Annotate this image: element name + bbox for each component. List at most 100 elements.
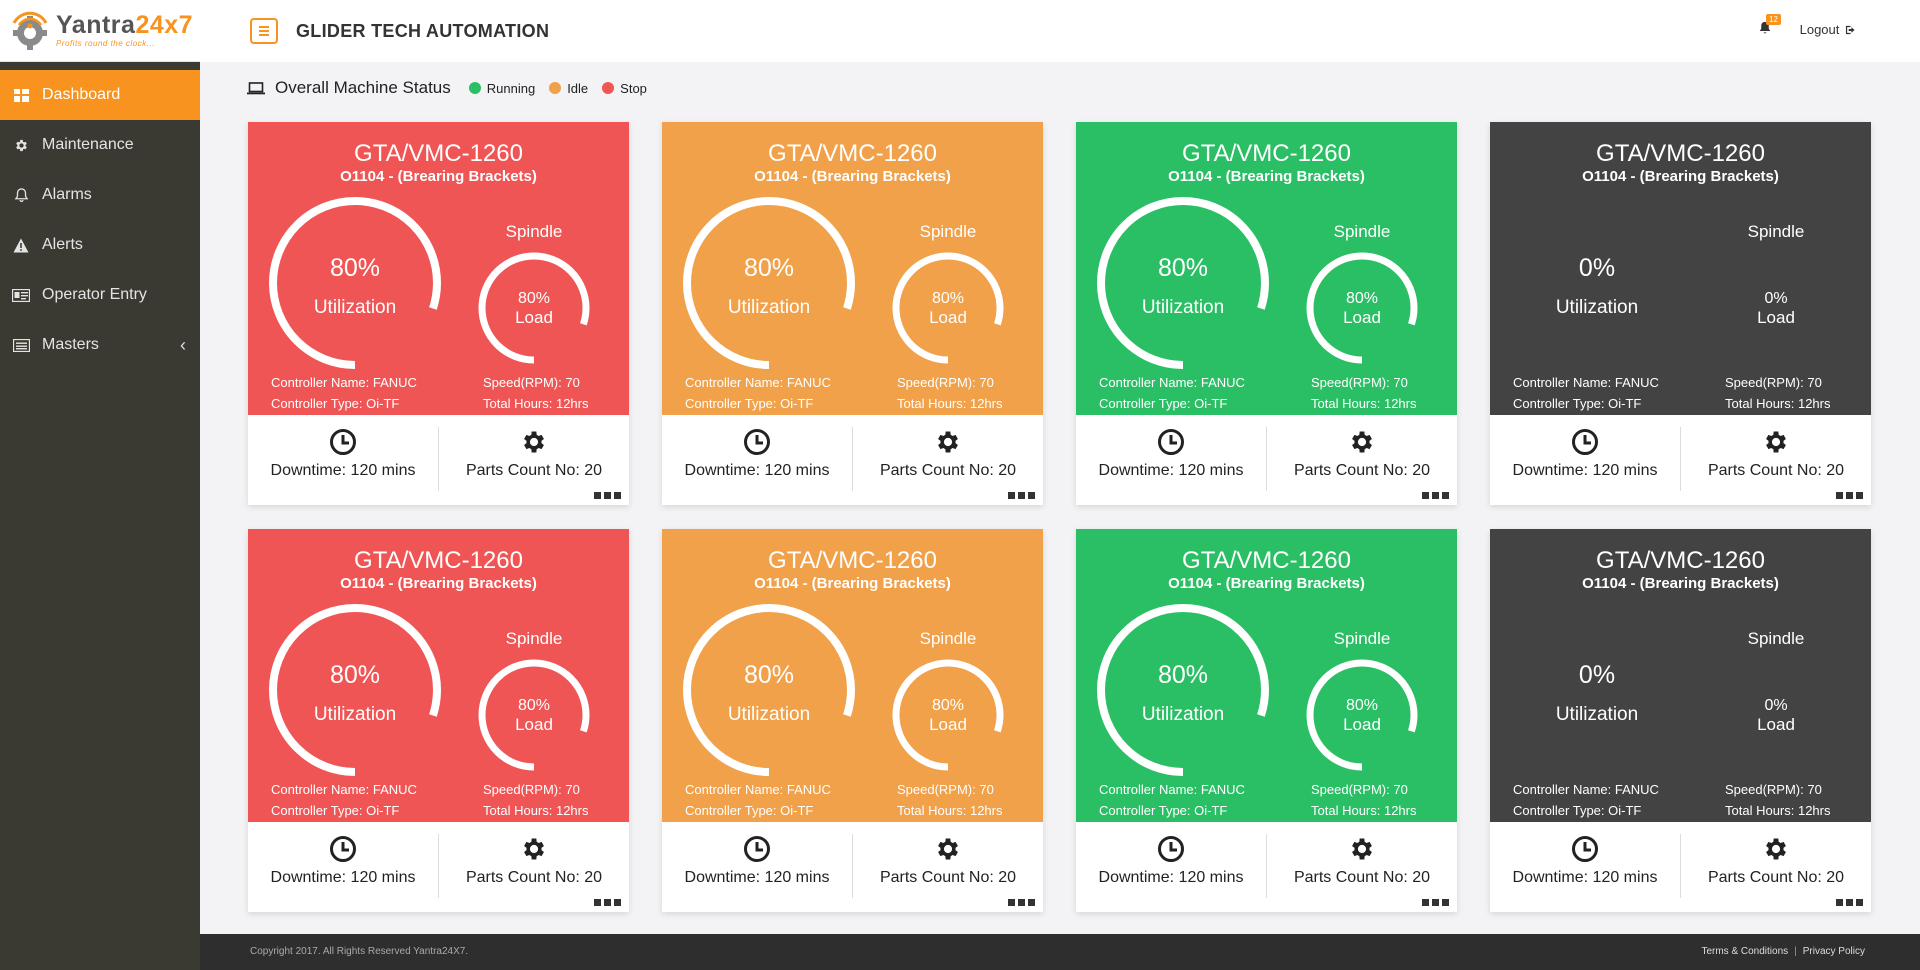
spindle-label: Spindle <box>1333 629 1391 648</box>
spindle-speed: Speed(RPM): 70 <box>897 375 994 390</box>
parts-count-text: Parts Count No: 20 <box>465 462 603 479</box>
machine-program: O1104 - (Brearing Brackets) <box>754 575 951 592</box>
sidebar-item-alerts[interactable]: Alerts <box>0 220 200 270</box>
laptop-icon <box>247 81 265 94</box>
sidebar-item-alarms[interactable]: Alarms <box>0 170 200 220</box>
machine-card[interactable]: GTA/VMC-1260 O1104 - (Brearing Brackets) 8… <box>248 529 629 912</box>
more-options-button[interactable] <box>1419 492 1449 499</box>
more-options-button[interactable] <box>1005 492 1035 499</box>
legend-dot <box>602 82 615 94</box>
downtime-text: Downtime: 120 mins <box>684 462 830 479</box>
load-ring <box>892 659 1004 771</box>
parts-count-text: Parts Count No: 20 <box>465 869 603 886</box>
footer-separator: | <box>1794 946 1797 957</box>
brand-tagline: Profits round the clock... <box>56 39 155 48</box>
gear-icon <box>1766 838 1786 860</box>
footer-links: Terms & Conditions | Privacy Policy <box>1701 946 1865 957</box>
parts-count-text: Parts Count No: 20 <box>879 869 1017 886</box>
legend-label: Idle <box>567 80 589 96</box>
chevron-left-icon[interactable]: ‹ <box>180 335 186 356</box>
terms-link[interactable]: Terms & Conditions <box>1701 946 1788 957</box>
brand-name-accent: 24x7 <box>135 11 194 39</box>
controller-type: Controller Type: Oi-TF <box>685 803 814 818</box>
privacy-link[interactable]: Privacy Policy <box>1803 946 1865 957</box>
utilization-ring <box>683 604 855 776</box>
machine-card-footer: Downtime: 120 mins Parts Count No: 20 <box>1076 822 1457 912</box>
controller-info: Controller Name: FANUC Controller Type: O… <box>1513 372 1659 414</box>
more-options-button[interactable] <box>1833 492 1863 499</box>
spindle-label: Spindle <box>1333 222 1391 241</box>
status-section-title: Overall Machine Status <box>275 78 451 97</box>
downtime-text: Downtime: 120 mins <box>270 869 416 886</box>
more-options-button[interactable] <box>1005 899 1035 906</box>
machine-card[interactable]: GTA/VMC-1260 O1104 - (Brearing Brackets) 8… <box>248 122 629 505</box>
page-title: GLIDER TECH AUTOMATION <box>296 20 550 41</box>
spindle-info: Speed(RPM): 70 Total Hours: 12hrs <box>483 779 589 821</box>
sidebar-item-maintenance[interactable]: Maintenance <box>0 120 200 170</box>
clock-icon <box>1158 836 1184 862</box>
gear-icon <box>938 431 958 453</box>
brand-name-prefix: Yantra <box>56 11 136 39</box>
spindle-label: Spindle <box>505 222 563 241</box>
machine-card[interactable]: GTA/VMC-1260 O1104 - (Brearing Brackets) 0… <box>1490 529 1871 912</box>
downtime-text: Downtime: 120 mins <box>1098 869 1244 886</box>
machine-card[interactable]: GTA/VMC-1260 O1104 - (Brearing Brackets) 8… <box>662 529 1043 912</box>
controller-type: Controller Type: Oi-TF <box>1099 803 1228 818</box>
spindle-label: Spindle <box>919 222 977 241</box>
gear-icon <box>1352 838 1372 860</box>
machine-card-footer: Downtime: 120 mins Parts Count No: 20 <box>248 822 629 912</box>
machine-card[interactable]: GTA/VMC-1260 O1104 - (Brearing Brackets) 8… <box>1076 529 1457 912</box>
spindle-info: Speed(RPM): 70 Total Hours: 12hrs <box>483 372 589 414</box>
spindle-speed: Speed(RPM): 70 <box>1725 782 1822 797</box>
parts-count-text: Parts Count No: 20 <box>1707 462 1845 479</box>
logout-icon <box>1845 25 1855 35</box>
sidebar-item-operator-entry[interactable]: Operator Entry <box>0 270 200 320</box>
legend-dot <box>468 82 481 94</box>
total-hours: Total Hours: 12hrs <box>1725 396 1831 411</box>
controller-name: Controller Name: FANUC <box>1099 375 1245 390</box>
machine-card-footer: Downtime: 120 mins Parts Count No: 20 <box>662 822 1043 912</box>
parts-count-text: Parts Count No: 20 <box>1293 462 1431 479</box>
more-options-button[interactable] <box>591 492 621 499</box>
machine-title: GTA/VMC-1260 <box>768 140 937 167</box>
load-ring-arc <box>1306 252 1418 364</box>
machine-card[interactable]: GTA/VMC-1260 O1104 - (Brearing Brackets) 8… <box>662 122 1043 505</box>
downtime-cell: Downtime: 120 mins <box>662 415 852 505</box>
brand-logo[interactable]: Yantra24x7 Profits round the clock... <box>0 0 200 62</box>
list-icon <box>12 336 30 354</box>
sidebar-item-dashboard[interactable]: Dashboard <box>0 70 200 120</box>
sidebar-item-label: Dashboard <box>42 86 121 103</box>
utilization-ring-arc <box>269 604 441 776</box>
id-card-icon <box>12 286 30 304</box>
more-options-button[interactable] <box>1419 899 1449 906</box>
notifications-button[interactable]: 12 <box>1758 14 1781 40</box>
legend-label: Stop <box>620 80 647 96</box>
machine-title: GTA/VMC-1260 <box>1596 140 1765 167</box>
spindle-label: Spindle <box>505 629 563 648</box>
machine-card[interactable]: GTA/VMC-1260 O1104 - (Brearing Brackets) 0… <box>1490 122 1871 505</box>
menu-toggle-button[interactable] <box>250 18 278 44</box>
machine-status-bar: Overall Machine Status Running Idle Stop <box>247 78 661 98</box>
total-hours: Total Hours: 12hrs <box>1311 803 1417 818</box>
machine-program: O1104 - (Brearing Brackets) <box>340 168 537 185</box>
sidebar: Yantra24x7 Profits round the clock... Da… <box>0 0 200 970</box>
spindle-info: Speed(RPM): 70 Total Hours: 12hrs <box>1311 779 1417 821</box>
clock-icon <box>1572 429 1598 455</box>
load-ring <box>892 252 1004 364</box>
controller-type: Controller Type: Oi-TF <box>271 396 400 411</box>
logout-button[interactable]: Logout <box>1800 22 1856 37</box>
gear-icon <box>1766 431 1786 453</box>
load-ring <box>1306 659 1418 771</box>
spindle-label: Spindle <box>919 629 977 648</box>
load-ring <box>478 252 590 364</box>
spindle-info: Speed(RPM): 70 Total Hours: 12hrs <box>1725 779 1831 821</box>
spindle-speed: Speed(RPM): 70 <box>1311 782 1408 797</box>
clock-icon <box>744 429 770 455</box>
spindle-speed: Speed(RPM): 70 <box>1725 375 1822 390</box>
utilization-ring <box>1510 603 1684 777</box>
machine-card[interactable]: GTA/VMC-1260 O1104 - (Brearing Brackets) 8… <box>1076 122 1457 505</box>
sidebar-item-masters[interactable]: Masters ‹ <box>0 320 200 370</box>
more-options-button[interactable] <box>591 899 621 906</box>
more-options-button[interactable] <box>1833 899 1863 906</box>
clock-icon <box>330 429 356 455</box>
